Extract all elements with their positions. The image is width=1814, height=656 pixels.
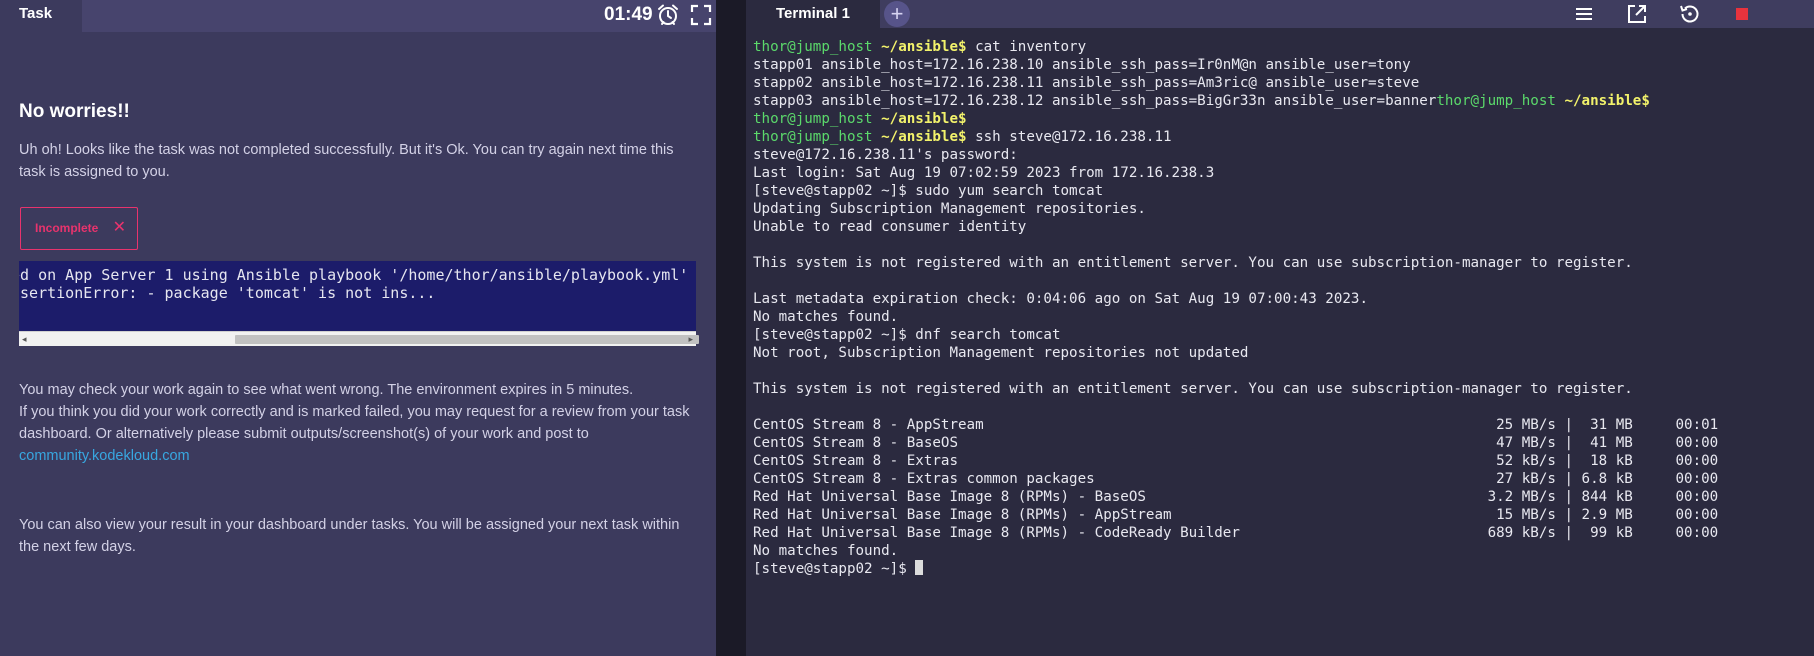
community-link[interactable]: community.kodekloud.com	[19, 448, 190, 464]
output-text: No matches found.	[753, 309, 899, 325]
countdown-timer: 01:49	[604, 4, 653, 25]
fullscreen-icon[interactable]	[690, 4, 712, 26]
terminal-line: This system is not registered with an en…	[753, 255, 1633, 271]
output-text: Not root, Subscription Management reposi…	[753, 345, 1249, 361]
horizontal-scrollbar[interactable]: ◂ ▸	[19, 331, 699, 347]
terminal-line: CentOS Stream 8 - AppStream 25 MB/s | 31…	[753, 417, 1718, 433]
terminal-line: stapp01 ansible_host=172.16.238.10 ansib…	[753, 57, 1411, 73]
output-text: This system is not registered with an en…	[753, 381, 1633, 397]
output-text: steve@172.16.238.11's password:	[753, 147, 1018, 163]
terminal-line: Last login: Sat Aug 19 07:02:59 2023 fro…	[753, 165, 1214, 181]
output-text: No matches found.	[753, 543, 899, 559]
terminal-line: CentOS Stream 8 - Extras common packages…	[753, 471, 1718, 487]
output-text: Unable to read consumer identity	[753, 219, 1027, 235]
status-badge-label: Incomplete	[35, 221, 99, 235]
terminal-line: steve@172.16.238.11's password:	[753, 147, 1018, 163]
terminal-line: No matches found.	[753, 309, 898, 325]
output-text: Last login: Sat Aug 19 07:02:59 2023 fro…	[753, 165, 1215, 181]
output-text: Red Hat Universal Base Image 8 (RPMs) - …	[753, 489, 1719, 505]
terminal-line: stapp03 ansible_host=172.16.238.12 ansib…	[753, 93, 1650, 109]
output-text: Updating Subscription Management reposit…	[753, 201, 1146, 217]
output-text: [steve@stapp02 ~]$	[753, 561, 916, 577]
output-text: [steve@stapp02 ~]$ sudo yum search tomca…	[753, 183, 1104, 199]
prompt-path: ~/ansible$	[881, 129, 967, 145]
scroll-left-arrow-icon[interactable]: ◂	[22, 332, 27, 347]
check-line-1: You may check your work again to see wha…	[19, 382, 634, 398]
terminal-line: Red Hat Universal Base Image 8 (RPMs) - …	[753, 489, 1718, 505]
add-terminal-button[interactable]: +	[884, 1, 910, 27]
prompt-command	[967, 111, 976, 127]
terminal-panel: Terminal 1 + thor@jump_host ~/ansible$ c…	[746, 0, 1814, 656]
prompt-user: thor@jump_host	[1436, 93, 1556, 109]
menu-icon[interactable]	[1572, 2, 1596, 26]
prompt-path: ~/ansible$	[881, 39, 967, 55]
output-text: stapp03 ansible_host=172.16.238.12 ansib…	[753, 93, 1437, 109]
output-text: CentOS Stream 8 - Extras 52 kB/s | 18 kB…	[753, 453, 1719, 469]
terminal-cursor	[915, 560, 924, 575]
prompt-path: ~/ansible$	[881, 111, 967, 127]
terminal-text: thor@jump_host ~/ansible$ cat inventory …	[753, 38, 1811, 578]
scrollbar-thumb[interactable]	[235, 335, 699, 344]
check-line-2: If you think you did your work correctly…	[19, 404, 690, 442]
output-text: CentOS Stream 8 - Extras common packages…	[753, 471, 1719, 487]
terminal-line: No matches found.	[753, 543, 898, 559]
error-log: ed on App Server 1 using Ansible playboo…	[19, 261, 696, 331]
terminal-output[interactable]: thor@jump_host ~/ansible$ cat inventory …	[753, 38, 1811, 578]
status-badge: Incomplete ✕	[20, 207, 138, 250]
task-panel-header: Task 01:49	[0, 0, 716, 32]
result-title: No worries!!	[19, 101, 130, 122]
prompt-user: thor@jump_host	[753, 111, 873, 127]
terminal-line: Red Hat Universal Base Image 8 (RPMs) - …	[753, 525, 1718, 541]
terminal-line: [steve@stapp02 ~]$ dnf search tomcat	[753, 327, 1061, 343]
check-work-message: You may check your work again to see wha…	[19, 379, 699, 467]
terminal-line: [steve@stapp02 ~]$	[753, 560, 924, 577]
terminal-header: Terminal 1 +	[746, 0, 1814, 28]
tab-task[interactable]: Task	[0, 0, 82, 32]
close-icon: ✕	[112, 219, 126, 236]
scroll-right-arrow-icon[interactable]: ▸	[688, 332, 693, 347]
prompt-user: thor@jump_host	[753, 39, 873, 55]
terminal-line: Not root, Subscription Management reposi…	[753, 345, 1248, 361]
popout-icon[interactable]	[1625, 2, 1649, 26]
terminal-line: Last metadata expiration check: 0:04:06 …	[753, 291, 1368, 307]
output-text: This system is not registered with an en…	[753, 255, 1633, 271]
output-text: stapp02 ansible_host=172.16.238.11 ansib…	[753, 75, 1420, 91]
terminal-line: Red Hat Universal Base Image 8 (RPMs) - …	[753, 507, 1718, 523]
terminal-line: Updating Subscription Management reposit…	[753, 201, 1146, 217]
output-text: Red Hat Universal Base Image 8 (RPMs) - …	[753, 525, 1719, 541]
terminal-line: thor@jump_host ~/ansible$ cat inventory	[753, 39, 1086, 55]
prompt-command: ssh steve@172.16.238.11	[966, 129, 1172, 145]
terminal-line: thor@jump_host ~/ansible$	[753, 111, 975, 127]
prompt-user: thor@jump_host	[753, 129, 873, 145]
output-text: Red Hat Universal Base Image 8 (RPMs) - …	[753, 507, 1719, 523]
output-text: CentOS Stream 8 - AppStream 25 MB/s | 31…	[753, 417, 1719, 433]
prompt-path: ~/ansible$	[1564, 93, 1650, 109]
log-line: ed on App Server 1 using Ansible playboo…	[19, 266, 689, 284]
alarm-clock-icon[interactable]	[656, 3, 680, 27]
terminal-line: [steve@stapp02 ~]$ sudo yum search tomca…	[753, 183, 1103, 199]
prompt-command: cat inventory	[966, 39, 1087, 55]
history-icon[interactable]	[1678, 2, 1702, 26]
terminal-line: stapp02 ansible_host=172.16.238.11 ansib…	[753, 75, 1419, 91]
dashboard-note: You can also view your result in your da…	[19, 517, 680, 555]
task-panel: Task 01:49 No worries!! Uh oh! Looks lik…	[0, 0, 716, 656]
output-text: CentOS Stream 8 - BaseOS 47 MB/s | 41 MB…	[753, 435, 1719, 451]
panel-divider[interactable]	[716, 0, 746, 656]
terminal-line: Unable to read consumer identity	[753, 219, 1026, 235]
output-text: stapp01 ansible_host=172.16.238.10 ansib…	[753, 57, 1411, 73]
terminal-line: thor@jump_host ~/ansible$ ssh steve@172.…	[753, 129, 1172, 145]
log-line: ssertionError: - package 'tomcat' is not…	[19, 284, 436, 302]
output-text: [steve@stapp02 ~]$ dnf search tomcat	[753, 327, 1061, 343]
output-text: Last metadata expiration check: 0:04:06 …	[753, 291, 1368, 307]
tab-terminal-1[interactable]: Terminal 1	[746, 0, 880, 28]
terminal-line: CentOS Stream 8 - BaseOS 47 MB/s | 41 MB…	[753, 435, 1718, 451]
terminal-line: CentOS Stream 8 - Extras 52 kB/s | 18 kB…	[753, 453, 1718, 469]
stop-icon[interactable]	[1730, 2, 1754, 26]
result-message: Uh oh! Looks like the task was not compl…	[19, 142, 674, 180]
terminal-line: This system is not registered with an en…	[753, 381, 1633, 397]
